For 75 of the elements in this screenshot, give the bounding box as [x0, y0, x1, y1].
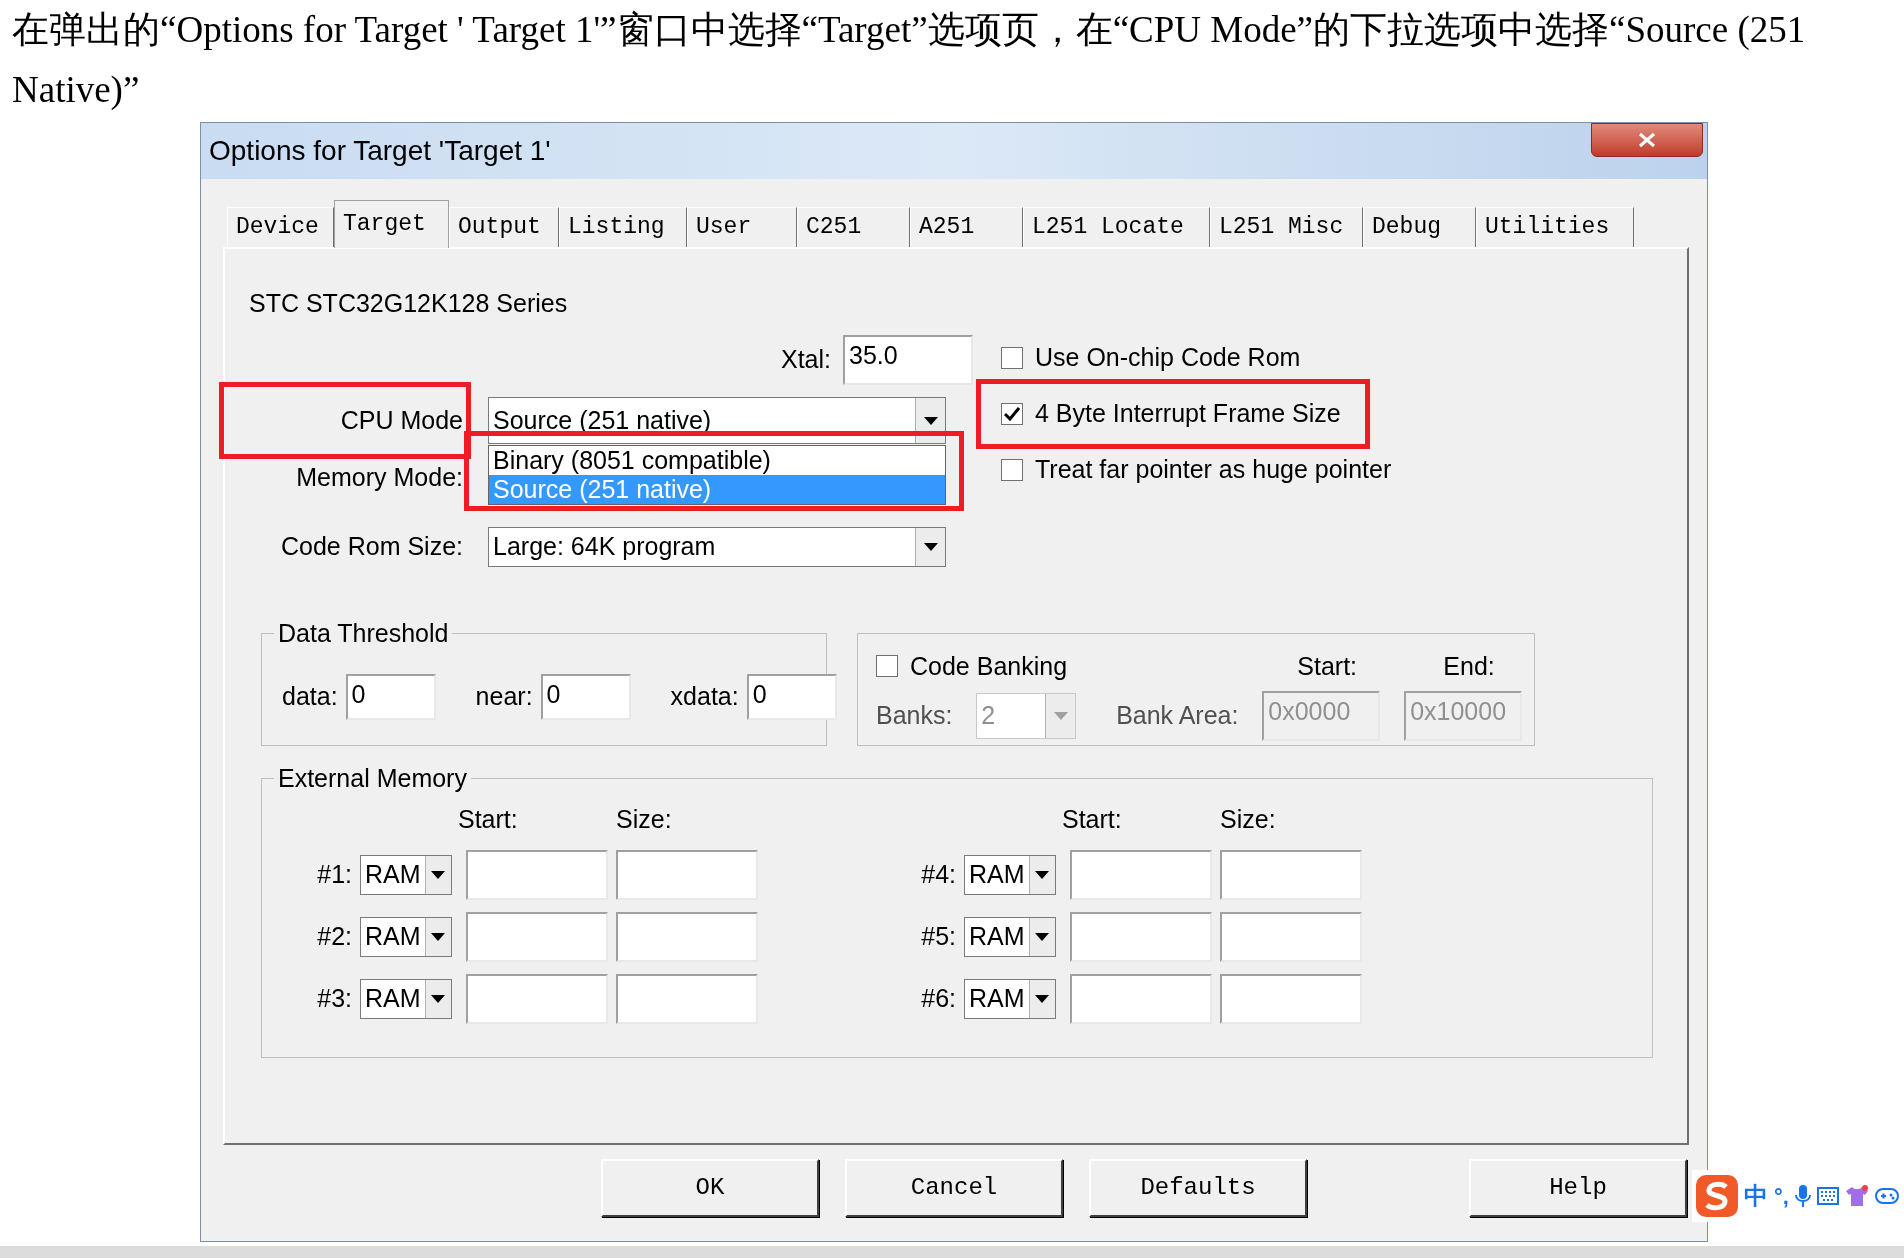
input-field[interactable]	[1070, 850, 1212, 900]
input-field[interactable]: 0	[746, 673, 837, 720]
dropdown[interactable]: RAM	[964, 855, 1056, 895]
input-field[interactable]	[466, 974, 608, 1024]
column-header: Start:	[1297, 650, 1358, 682]
input-field[interactable]	[616, 850, 758, 900]
tab[interactable]: L251 Misc	[1210, 207, 1363, 247]
dropdown[interactable]: RAM	[964, 917, 1056, 957]
column-header: Start:	[458, 803, 519, 835]
input-field[interactable]	[616, 974, 758, 1024]
dropdown[interactable]: Large: 64K program	[488, 526, 946, 567]
field-label: Banks:	[876, 700, 954, 732]
field-label: Bank Area:	[1116, 700, 1240, 732]
checkbox[interactable]	[1001, 402, 1023, 425]
checkbox-label: Treat far pointer as huge pointer	[1035, 453, 1392, 485]
input-field[interactable]: 0	[345, 673, 436, 720]
checkbox[interactable]	[1001, 346, 1023, 369]
tab[interactable]: Device	[227, 207, 334, 247]
tab[interactable]: L251 Locate	[1023, 207, 1210, 247]
input-field[interactable]	[1070, 974, 1212, 1024]
dropdown[interactable]: RAM	[360, 979, 452, 1019]
tab[interactable]: Output	[449, 207, 559, 247]
input-field[interactable]: 35.0	[843, 334, 973, 385]
input-field[interactable]	[1220, 974, 1362, 1024]
tab[interactable]: A251	[910, 207, 1023, 247]
row-label: #2:	[317, 921, 352, 953]
ime-logo-icon	[1696, 1175, 1738, 1217]
tab[interactable]: Utilities	[1476, 207, 1634, 247]
field-label: xdata:	[670, 680, 739, 712]
xtal-label: Xtal:	[780, 343, 831, 375]
close-icon	[1637, 132, 1657, 148]
dropdown[interactable]: RAM	[964, 979, 1056, 1019]
tab[interactable]: Debug	[1363, 207, 1476, 247]
checkbox[interactable]	[1001, 458, 1023, 481]
tab[interactable]: Listing	[559, 207, 687, 247]
checkbox-label: 4 Byte Interrupt Frame Size	[1035, 397, 1341, 429]
row-label: #3:	[317, 983, 352, 1015]
input-field[interactable]: 0	[540, 673, 631, 720]
input-field[interactable]	[1220, 850, 1362, 900]
keyboard-icon[interactable]	[1816, 1187, 1839, 1205]
dialog-button[interactable]: OK	[601, 1159, 819, 1217]
dialog-button[interactable]: Cancel	[845, 1159, 1063, 1217]
checkbox-label: Code Banking	[910, 650, 1068, 682]
punctuation-toggle[interactable]: °,	[1774, 1179, 1789, 1213]
column-header: Size:	[1220, 803, 1277, 835]
tab[interactable]: Target	[334, 200, 449, 248]
close-button[interactable]	[1591, 123, 1703, 157]
tab[interactable]: C251	[797, 207, 910, 247]
row-label: #6:	[921, 983, 956, 1015]
window-title: Options for Target 'Target 1'	[209, 134, 551, 168]
input-mode-toggle[interactable]: 中	[1744, 1178, 1768, 1214]
field-label: near:	[475, 680, 533, 712]
microphone-icon[interactable]	[1794, 1184, 1811, 1208]
dropdown[interactable]: RAM	[360, 855, 452, 895]
field-label: data:	[282, 680, 338, 712]
gamepad-icon[interactable]	[1874, 1187, 1899, 1205]
dialog-button[interactable]: Defaults	[1089, 1159, 1307, 1217]
instruction-paragraph: 在弹出的“Options for Target ' Target 1'”窗口中选择“Target”选项页，在“CPU Mode”的下拉选项中选择“Source (251 Native)”	[11, 8, 1807, 112]
dropdown[interactable]: RAM	[360, 917, 452, 957]
column-header: Start:	[1062, 803, 1123, 835]
shirt-icon[interactable]	[1844, 1185, 1869, 1207]
dialog-button[interactable]: Help	[1469, 1159, 1687, 1217]
row-label: #1:	[317, 859, 352, 891]
column-header: End:	[1443, 650, 1495, 682]
row-label: #5:	[921, 921, 956, 953]
checkbox-label: Use On-chip Code Rom	[1035, 341, 1301, 373]
tab[interactable]: User	[687, 207, 797, 247]
column-header: Size:	[616, 803, 673, 835]
input-field[interactable]	[1220, 912, 1362, 962]
input-field[interactable]	[616, 912, 758, 962]
input-field[interactable]	[466, 850, 608, 900]
input-field[interactable]	[1070, 912, 1212, 962]
input-field[interactable]	[466, 912, 608, 962]
row-label: #4:	[921, 859, 956, 891]
device-name: STC STC32G12K128 Series	[249, 288, 568, 319]
